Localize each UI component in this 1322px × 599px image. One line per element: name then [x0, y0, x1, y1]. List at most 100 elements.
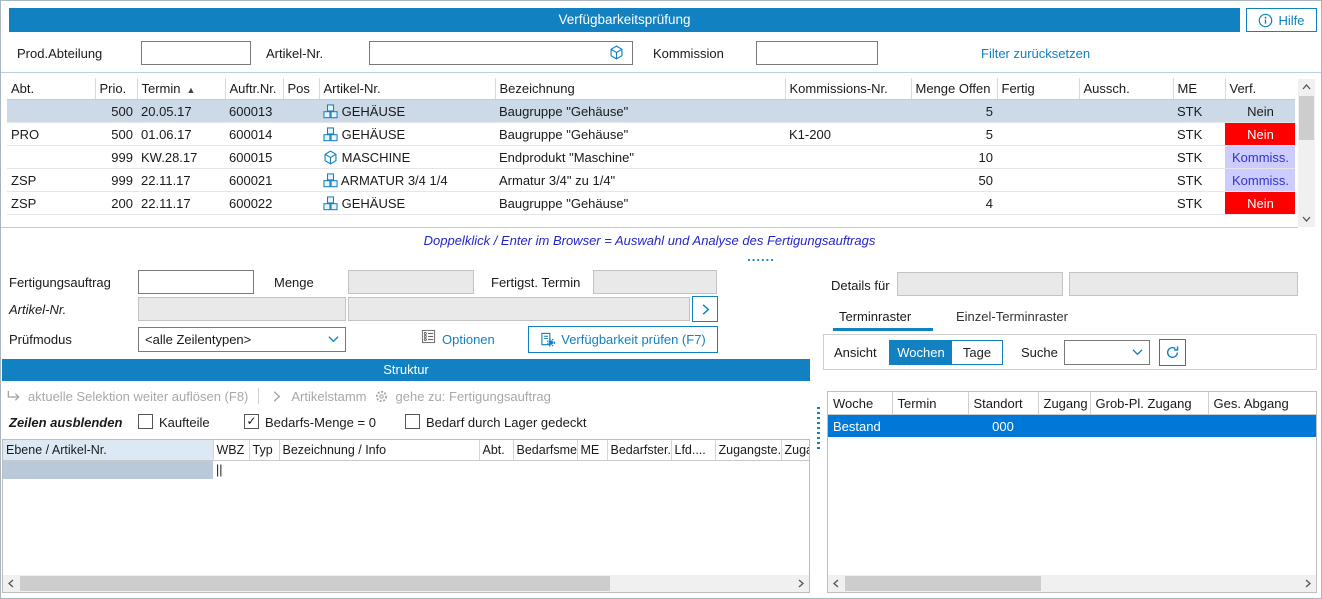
col-termin[interactable]: Termin [892, 392, 968, 415]
checkbox-kaufteile[interactable] [138, 414, 153, 429]
orders-vertical-scrollbar[interactable] [1298, 79, 1315, 227]
panel-splitter[interactable] [817, 407, 820, 451]
table-row[interactable]: || [3, 461, 810, 480]
table-row[interactable]: 500 20.05.17 600013 GEHÄUSE Baugruppe "G… [7, 100, 1295, 123]
col-me[interactable]: ME [577, 440, 607, 461]
col-zugang[interactable]: Zugang [1038, 392, 1090, 415]
options-icon[interactable] [421, 329, 436, 344]
fertigungsauftrag-input[interactable] [138, 270, 254, 294]
filter-artikel-nr-label: Artikel-Nr. [266, 46, 323, 61]
fertigst-termin-input [593, 270, 717, 294]
chevron-right-icon [698, 302, 713, 317]
col-auftr-nr[interactable]: Auftr.Nr. [225, 78, 283, 100]
filter-reset-link[interactable]: Filter zurücksetzen [981, 46, 1090, 61]
col-abt[interactable]: Abt. [479, 440, 513, 461]
col-menge-offen[interactable]: Menge Offen [911, 78, 997, 100]
col-bezeichnung[interactable]: Bezeichnung [495, 78, 785, 100]
table-row[interactable]: PRO 500 01.06.17 600014 GEHÄUSE Baugrupp… [7, 123, 1295, 146]
col-bedarfstermin[interactable]: Bedarfster... [607, 440, 671, 461]
struktur-toolbar: aktuelle Selektion weiter auflösen (F8) … [6, 385, 551, 407]
page-title: Verfügbarkeitsprüfung [9, 8, 1240, 32]
cube-icon[interactable] [609, 45, 624, 60]
scroll-left-arrow-icon[interactable] [828, 575, 844, 592]
resolve-selection-button[interactable]: aktuelle Selektion weiter auflösen (F8) [28, 389, 248, 404]
col-pos[interactable]: Pos [283, 78, 319, 100]
col-aussch[interactable]: Aussch. [1079, 78, 1173, 100]
col-grob-pl-zugang[interactable]: Grob-Pl. Zugang [1090, 392, 1208, 415]
scroll-left-arrow-icon[interactable] [3, 575, 19, 592]
refresh-button[interactable] [1159, 339, 1186, 366]
form-artikel-nr-input [138, 297, 346, 321]
col-verf[interactable]: Verf. [1225, 78, 1295, 100]
availability-check-window: Verfügbarkeitsprüfung Hilfe Prod.Abteilu… [0, 0, 1322, 599]
table-row[interactable]: 999 KW.28.17 600015 MASCHINE Endprodukt … [7, 146, 1295, 169]
col-typ[interactable]: Typ [249, 440, 279, 461]
col-wbz[interactable]: WBZ [213, 440, 249, 461]
assembly-icon [323, 196, 338, 211]
form-artikel-nr-label: Artikel-Nr. [9, 302, 66, 317]
refresh-icon [1165, 345, 1180, 360]
filter-artikel-nr-input[interactable] [369, 41, 633, 65]
table-row[interactable]: ZSP 999 22.11.17 600021 ARMATUR 3/4 1/4 … [7, 169, 1295, 192]
checkbox-lager-gedeckt[interactable] [405, 414, 420, 429]
col-artikel-nr[interactable]: Artikel-Nr. [319, 78, 495, 100]
expand-button[interactable] [692, 296, 718, 322]
tab-einzel-terminraster[interactable]: Einzel-Terminraster [956, 309, 1068, 324]
col-kommissions-nr[interactable]: Kommissions-Nr. [785, 78, 911, 100]
divider [258, 388, 259, 404]
scroll-down-arrow-icon[interactable] [1298, 211, 1315, 227]
struktur-horizontal-scrollbar[interactable] [3, 575, 809, 592]
col-prio[interactable]: Prio. [95, 78, 137, 100]
pruefmodus-select[interactable]: <alle Zeilentypen> [138, 327, 346, 352]
col-abt[interactable]: Abt. [7, 78, 95, 100]
goto-fertigungsauftrag-button[interactable]: gehe zu: Fertigungsauftrag [396, 389, 551, 404]
orders-table: Abt. Prio. Termin▲ Auftr.Nr. Pos Artikel… [7, 78, 1295, 227]
scroll-right-arrow-icon[interactable] [793, 575, 809, 592]
view-wochen-button[interactable]: Wochen [890, 341, 952, 364]
col-bedarfsmenge[interactable]: Bedarfsme... [513, 440, 577, 461]
divider [1, 72, 1321, 73]
resolve-selection-icon [6, 389, 21, 404]
help-button[interactable]: Hilfe [1246, 8, 1317, 32]
table-row[interactable]: Bestand 000 [828, 415, 1316, 438]
tab-terminraster[interactable]: Terminraster [839, 309, 911, 324]
suche-select[interactable] [1064, 340, 1150, 365]
fertigungsauftrag-label: Fertigungsauftrag [9, 275, 111, 290]
gear-icon [374, 389, 389, 404]
kommission-input[interactable] [756, 41, 878, 65]
menge-label: Menge [274, 275, 314, 290]
view-tage-button[interactable]: Tage [952, 341, 1002, 364]
status-badge: Nein [1225, 100, 1295, 123]
table-row[interactable]: ZSP 200 22.11.17 600022 GEHÄUSE Baugrupp… [7, 192, 1295, 215]
divider [1, 227, 1298, 228]
struktur-panel-title: Struktur [2, 359, 810, 381]
col-ges-abgang[interactable]: Ges. Abgang [1208, 392, 1316, 415]
col-woche[interactable]: Woche [828, 392, 892, 415]
scroll-right-arrow-icon[interactable] [1300, 575, 1316, 592]
col-zugangstermin[interactable]: Zugangste... [715, 440, 781, 461]
col-lfd[interactable]: Lfd.... [671, 440, 715, 461]
splitter-grip[interactable]: ...... [721, 249, 801, 264]
options-link[interactable]: Optionen [442, 332, 495, 347]
col-ebene-artikel-nr[interactable]: Ebene / Artikel-Nr. [3, 440, 213, 461]
col-me[interactable]: ME [1173, 78, 1225, 100]
check-availability-icon [540, 332, 555, 347]
check-availability-button[interactable]: Verfügbarkeit prüfen (F7) [528, 326, 718, 353]
col-standort[interactable]: Standort [968, 392, 1038, 415]
scrollbar-thumb[interactable] [1299, 96, 1314, 140]
cube-icon [323, 150, 338, 165]
scrollbar-thumb[interactable] [845, 576, 1041, 591]
assembly-icon [323, 127, 338, 142]
details-horizontal-scrollbar[interactable] [828, 575, 1316, 592]
col-bezeichnung-info[interactable]: Bezeichnung / Info [279, 440, 479, 461]
col-fertig[interactable]: Fertig [997, 78, 1079, 100]
col-termin[interactable]: Termin▲ [137, 78, 225, 100]
checkbox-bedarfs-menge[interactable]: ✓ [244, 414, 259, 429]
chevron-down-icon [1132, 347, 1143, 358]
scroll-up-arrow-icon[interactable] [1298, 79, 1315, 95]
prod-abteilung-input[interactable] [141, 41, 251, 65]
assembly-icon [323, 173, 338, 188]
col-zugang[interactable]: Zugangs [781, 440, 810, 461]
scrollbar-thumb[interactable] [20, 576, 610, 591]
artikelstamm-button[interactable]: Artikelstamm [291, 389, 366, 404]
